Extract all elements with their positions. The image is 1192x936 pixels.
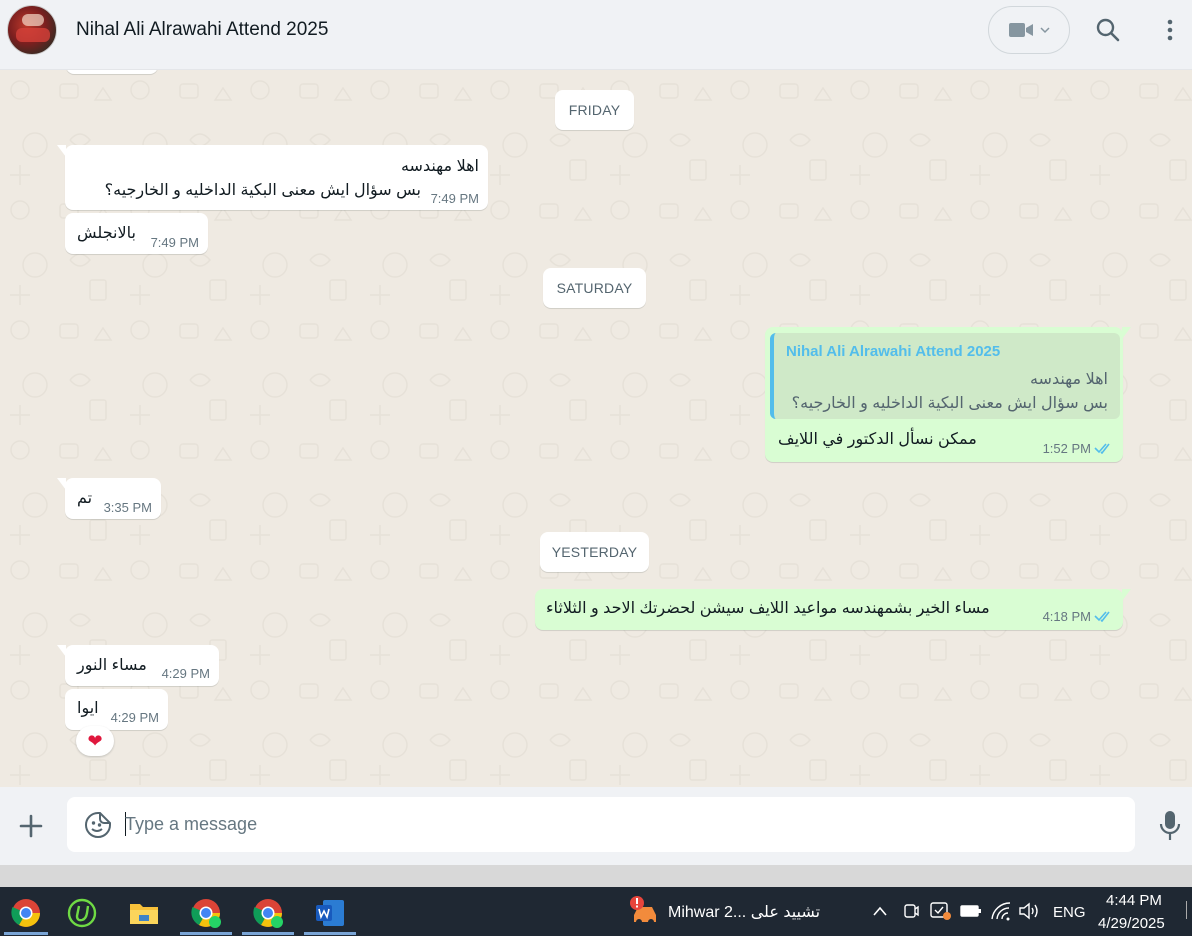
message-time: 3:35 PM (103, 500, 152, 515)
chrome-icon (253, 899, 283, 928)
message-text-line: تم (77, 490, 93, 507)
message-time: 7:49 PM (150, 235, 199, 250)
taskbar-app-u-button[interactable] (56, 891, 108, 935)
taskbar-notification-text[interactable]: Mihwar 2... تشييد على (668, 902, 820, 922)
volume-icon[interactable] (1018, 901, 1042, 921)
message-time: 4:18 PM (1042, 609, 1091, 624)
quoted-message[interactable]: Nihal Ali Alrawahi Attend 2025 اهلا مهند… (770, 333, 1120, 419)
incoming-message[interactable]: مساء النور 4:29 PM (57, 645, 219, 686)
upwork-style-icon (67, 898, 97, 928)
video-call-button[interactable] (988, 6, 1070, 54)
taskbar-chrome-button[interactable] (0, 891, 52, 935)
message-text-line: ايوا (77, 700, 99, 717)
message-list[interactable]: FRIDAY اهلا مهندسه بس سؤال ايش معنى البك… (0, 70, 1192, 787)
chrome-icon (191, 899, 221, 928)
message-text-line: بالانجلش (77, 225, 136, 242)
message-text-line: اهلا مهندسه (400, 158, 479, 175)
microphone-icon (1159, 811, 1181, 840)
incoming-message[interactable]: ايوا 4:29 PM (65, 689, 168, 730)
chevron-down-icon (1040, 27, 1050, 34)
taskbar-file-explorer-button[interactable] (118, 891, 170, 935)
notification-car-icon (630, 896, 656, 925)
show-desktop-button[interactable] (1186, 901, 1192, 919)
previous-message-edge (66, 70, 158, 74)
quoted-sender-name: Nihal Ali Alrawahi Attend 2025 (786, 343, 1001, 360)
chevron-up-icon[interactable] (872, 905, 888, 917)
message-time: 4:29 PM (110, 710, 159, 725)
taskbar-clock-time[interactable]: 4:44 PM (1106, 892, 1162, 909)
message-text-line: ممكن نسأل الدكتور في اللايف (778, 431, 977, 448)
menu-button[interactable] (1158, 14, 1182, 46)
read-receipt-icon (1094, 443, 1110, 454)
word-icon (316, 900, 344, 926)
window-bottom-edge (0, 865, 1192, 887)
attach-button[interactable] (16, 811, 46, 841)
contact-avatar[interactable] (7, 5, 57, 55)
taskbar-word-button[interactable] (304, 891, 356, 935)
sticker-button[interactable] (83, 810, 113, 840)
more-vertical-icon (1167, 19, 1173, 41)
chrome-icon (11, 899, 40, 927)
quoted-text-line: اهلا مهندسه (1029, 371, 1108, 388)
incoming-message[interactable]: بالانجلش 7:49 PM (65, 213, 208, 254)
battery-icon[interactable] (960, 904, 982, 918)
search-button[interactable] (1092, 14, 1124, 46)
date-divider-saturday: SATURDAY (543, 268, 646, 308)
outgoing-message[interactable]: Nihal Ali Alrawahi Attend 2025 اهلا مهند… (765, 327, 1131, 462)
heart-reaction-badge[interactable]: ❤ (76, 726, 114, 756)
windows-taskbar: Mihwar 2... تشييد على ENG 4:44 PM 4/29/2… (0, 887, 1192, 936)
taskbar-chrome-profile-2-button[interactable] (242, 891, 294, 935)
message-time: 7:49 PM (430, 191, 479, 206)
date-divider-yesterday: YESTERDAY (540, 532, 649, 572)
search-icon (1096, 18, 1120, 42)
outgoing-message[interactable]: مساء الخير بشمهندسه مواعيد اللايف سيشن ل… (535, 589, 1131, 630)
message-input-box[interactable] (67, 797, 1135, 852)
video-camera-icon (1009, 23, 1033, 37)
taskbar-chrome-profile-1-button[interactable] (180, 891, 232, 935)
incoming-message[interactable]: تم 3:35 PM (57, 478, 161, 519)
heart-icon: ❤ (87, 730, 103, 751)
sticker-smile-icon (85, 812, 111, 838)
quoted-text-line: بس سؤال ايش معنى البكية الداخليه و الخار… (791, 395, 1108, 412)
chat-header: Nihal Ali Alrawahi Attend 2025 (0, 0, 1192, 70)
date-divider-friday: FRIDAY (555, 90, 634, 130)
message-text-line: مساء الخير بشمهندسه مواعيد اللايف سيشن ل… (546, 600, 990, 617)
composer-bar (0, 787, 1192, 865)
message-input[interactable] (125, 809, 1105, 839)
voice-message-button[interactable] (1156, 809, 1184, 843)
taskbar-clock-date[interactable]: 4/29/2025 (1098, 915, 1165, 932)
meet-now-icon[interactable] (902, 902, 920, 920)
message-text-line: بس سؤال ايش معنى البكية الداخليه و الخار… (104, 182, 421, 199)
message-text-line: مساء النور (77, 657, 147, 674)
folder-icon (130, 904, 158, 924)
read-receipt-icon (1094, 611, 1110, 622)
language-indicator[interactable]: ENG (1053, 904, 1086, 921)
chat-title[interactable]: Nihal Ali Alrawahi Attend 2025 (76, 19, 328, 41)
security-status-icon[interactable] (930, 901, 952, 921)
message-time: 4:29 PM (161, 666, 210, 681)
wifi-icon[interactable] (990, 901, 1012, 921)
incoming-message[interactable]: اهلا مهندسه بس سؤال ايش معنى البكية الدا… (57, 145, 488, 210)
message-time: 1:52 PM (1042, 441, 1091, 456)
plus-icon (19, 814, 43, 838)
